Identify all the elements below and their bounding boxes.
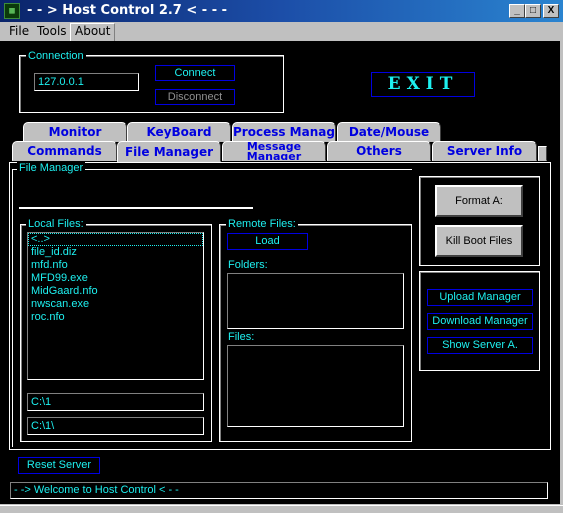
list-item[interactable]: MidGaard.nfo	[28, 285, 203, 298]
separator	[19, 207, 253, 209]
exit-button[interactable]: EXIT	[371, 72, 475, 97]
reset-server-button[interactable]: Reset Server	[18, 457, 100, 474]
tab-server-info[interactable]: Server Info	[432, 141, 537, 161]
connect-button[interactable]: Connect	[155, 65, 235, 81]
list-item[interactable]: <..>	[28, 233, 203, 246]
remote-files-list[interactable]	[227, 345, 404, 427]
list-item[interactable]: roc.nfo	[28, 311, 203, 324]
menu-tools[interactable]: Tools	[33, 23, 71, 40]
minimize-button[interactable]: _	[509, 4, 525, 18]
files-label: Files:	[228, 331, 255, 343]
local-dir-field[interactable]: C:\1\	[27, 417, 204, 435]
tab-date-mouse[interactable]: Date/Mouse	[337, 122, 441, 142]
title-bar[interactable]: ▦ - - > Host Control 2.7 < - - - _ □ X	[0, 0, 563, 22]
close-button[interactable]: X	[543, 4, 559, 18]
local-files-legend: Local Files:	[26, 218, 86, 230]
menu-about[interactable]: About	[70, 23, 116, 42]
tab-scroll-stub[interactable]	[538, 146, 547, 161]
tab-keyboard[interactable]: KeyBoard	[127, 122, 231, 142]
connection-legend: Connection	[26, 50, 86, 62]
list-item[interactable]: file_id.diz	[28, 246, 203, 259]
minimize-icon: _	[514, 5, 520, 16]
client-area: Connection 127.0.0.1 Connect Disconnect …	[0, 41, 560, 504]
folders-label: Folders:	[228, 259, 268, 271]
window-title: - - > Host Control 2.7 < - - -	[27, 3, 228, 18]
close-icon: X	[547, 5, 555, 16]
show-server-button[interactable]: Show Server A.	[427, 337, 533, 354]
format-a-button[interactable]: Format A:	[435, 185, 523, 217]
file-manager-legend: File Manager	[17, 162, 86, 174]
status-line: - -> Welcome to Host Control < - -	[10, 482, 548, 499]
download-manager-button[interactable]: Download Manager	[427, 313, 533, 330]
tab-file-manager[interactable]: File Manager	[117, 141, 221, 162]
remote-folders-list[interactable]	[227, 273, 404, 329]
tab-monitor[interactable]: Monitor	[23, 122, 127, 142]
tab-commands[interactable]: Commands	[12, 141, 117, 161]
list-item[interactable]: nwscan.exe	[28, 298, 203, 311]
app-icon[interactable]: ▦	[4, 3, 20, 19]
tab-process-manager[interactable]: Process Manager	[232, 122, 336, 142]
upload-manager-button[interactable]: Upload Manager	[427, 289, 533, 306]
maximize-button[interactable]: □	[525, 4, 541, 18]
host-input[interactable]: 127.0.0.1	[34, 73, 139, 91]
disconnect-button[interactable]: Disconnect	[155, 89, 235, 105]
menu-file[interactable]: File	[5, 23, 33, 40]
kill-boot-files-button[interactable]: Kill Boot Files	[435, 225, 523, 257]
remote-files-legend: Remote Files:	[226, 218, 298, 230]
local-path-field[interactable]: C:\1	[27, 393, 204, 411]
tab-others[interactable]: Others	[327, 141, 431, 161]
maximize-icon: □	[529, 5, 537, 16]
local-files-list[interactable]: <..> file_id.diz mfd.nfo MFD99.exe MidGa…	[27, 232, 204, 380]
tab-message-manager[interactable]: Message Manager	[222, 141, 326, 161]
list-item[interactable]: mfd.nfo	[28, 259, 203, 272]
menu-bar: File Tools About	[0, 22, 563, 42]
list-item[interactable]: MFD99.exe	[28, 272, 203, 285]
load-button[interactable]: Load	[227, 233, 308, 250]
